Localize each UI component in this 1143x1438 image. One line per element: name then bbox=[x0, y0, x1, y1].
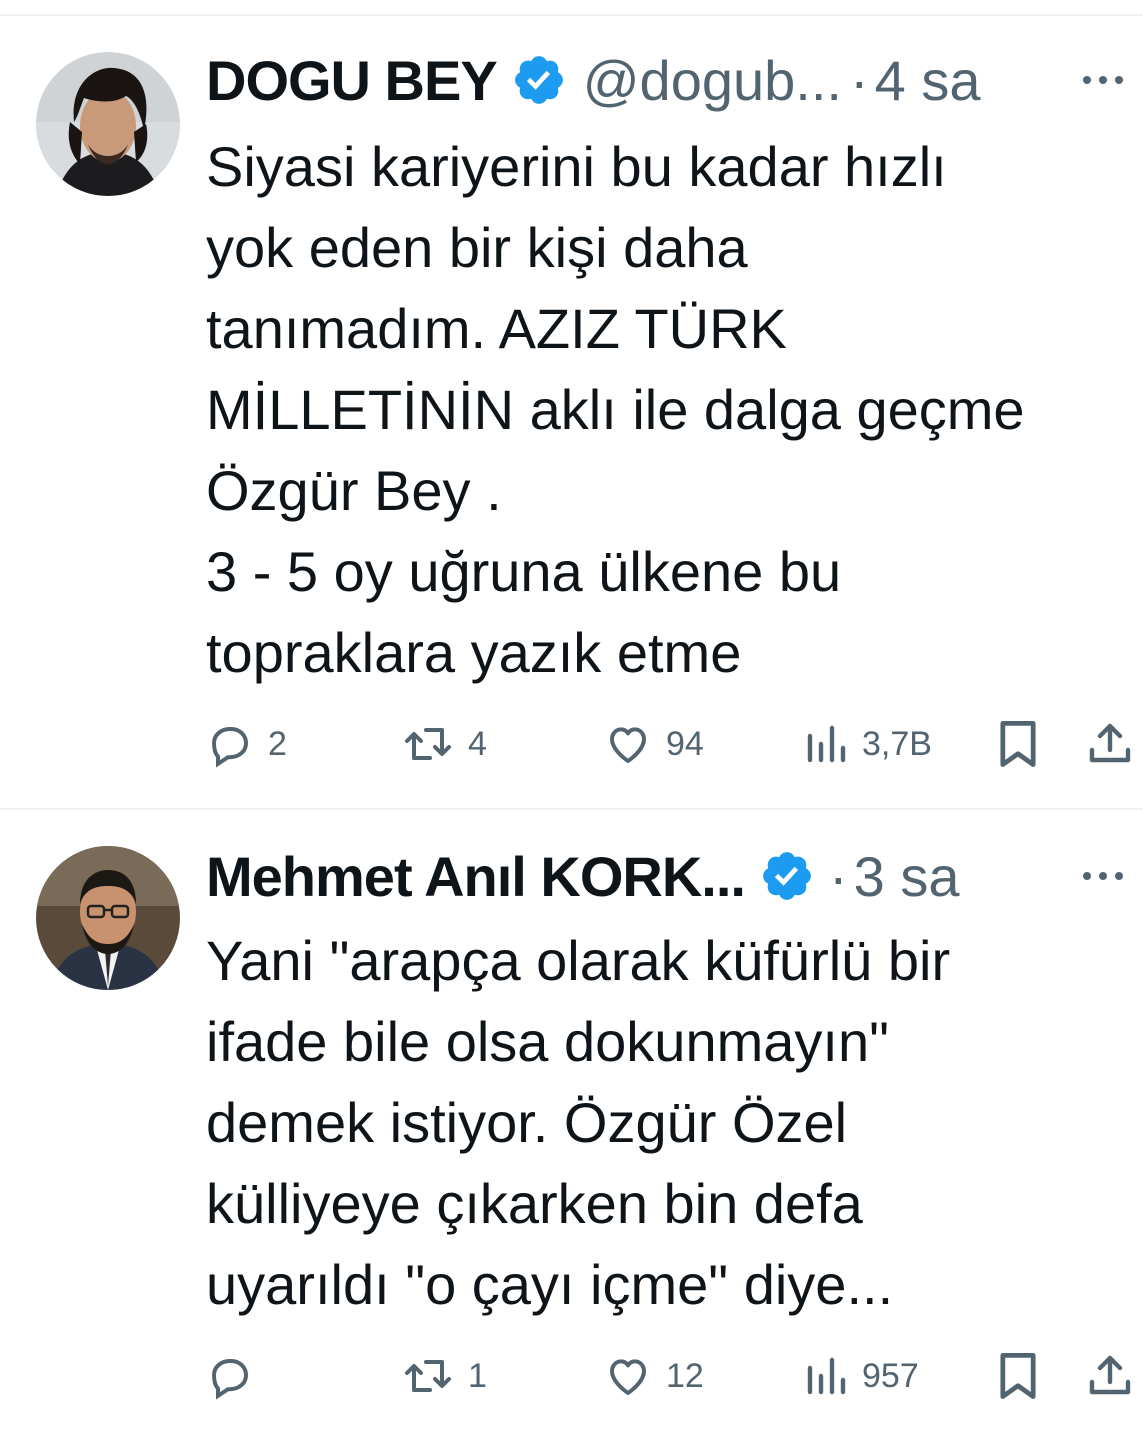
verified-badge-icon bbox=[759, 848, 815, 904]
avatar-mehmet-anil[interactable] bbox=[36, 846, 180, 990]
tweet-line: yok eden bir kişi daha bbox=[206, 216, 748, 279]
author-name[interactable]: DOGU BEY bbox=[206, 48, 497, 113]
retweet-count: 1 bbox=[468, 1356, 487, 1395]
verified-badge-icon bbox=[511, 52, 567, 108]
views-count: 3,7B bbox=[862, 724, 932, 763]
tweet-header: DOGU BEY @dogub... · 4 sa bbox=[206, 48, 1113, 113]
bookmark-button[interactable] bbox=[996, 1346, 1040, 1406]
tweet-line: topraklara yazık etme bbox=[206, 621, 742, 684]
views-count: 957 bbox=[862, 1356, 919, 1395]
tweet-2[interactable]: Mehmet Anıl KORK... · 3 sa Yani "arapça … bbox=[0, 808, 1143, 1438]
bookmark-button[interactable] bbox=[996, 714, 1040, 774]
separator-dot: · bbox=[849, 48, 869, 112]
tweet-line: ifade bile olsa dokunmayın" bbox=[206, 1010, 889, 1073]
more-dots-icon[interactable] bbox=[1073, 846, 1133, 906]
tweet-line: tanımadım. AZIZ TÜRK bbox=[206, 297, 787, 360]
retweet-button[interactable]: 1 bbox=[402, 1346, 487, 1406]
tweet-line: 3 - 5 oy uğruna ülkene bu bbox=[206, 540, 842, 603]
tweet-text: Siyasi kariyerini bu kadar hızlı yok ede… bbox=[206, 126, 1116, 693]
tweet-actions: 1 12 957 bbox=[206, 1346, 1133, 1406]
share-icon bbox=[1086, 720, 1134, 768]
tweet-line: Yani "arapça olarak küfürlü bir bbox=[206, 929, 951, 992]
retweet-button[interactable]: 4 bbox=[402, 714, 487, 774]
share-icon bbox=[1086, 1352, 1134, 1400]
retweet-icon bbox=[402, 1352, 454, 1400]
tweet-1[interactable]: DOGU BEY @dogub... · 4 sa Siyasi kariyer… bbox=[0, 0, 1143, 808]
author-handle[interactable]: @dogub... bbox=[583, 48, 842, 113]
retweet-count: 4 bbox=[468, 724, 487, 763]
tweet-header: Mehmet Anıl KORK... · 3 sa bbox=[206, 844, 1113, 909]
views-button[interactable]: 3,7B bbox=[804, 714, 932, 774]
separator-dot: · bbox=[828, 844, 848, 908]
like-count: 12 bbox=[666, 1356, 704, 1395]
avatar-dogu-bey[interactable] bbox=[36, 52, 180, 196]
reply-bubble-icon bbox=[206, 720, 254, 768]
tweet-actions: 2 4 94 3,7B bbox=[206, 714, 1133, 774]
reply-count: 2 bbox=[268, 724, 287, 763]
tweet-line: uyarıldı "o çayı içme" diye... bbox=[206, 1253, 894, 1316]
heart-icon bbox=[604, 1352, 652, 1400]
share-button[interactable] bbox=[1086, 1346, 1134, 1406]
tweet-line: külliyeye çıkarken bin defa bbox=[206, 1172, 863, 1235]
like-button[interactable]: 94 bbox=[604, 714, 704, 774]
tweet-line: Özgür Bey . bbox=[206, 459, 502, 522]
author-name[interactable]: Mehmet Anıl KORK... bbox=[206, 844, 745, 909]
reply-bubble-icon bbox=[206, 1352, 254, 1400]
reply-button[interactable] bbox=[206, 1346, 268, 1406]
retweet-icon bbox=[402, 720, 454, 768]
views-bars-icon bbox=[804, 720, 848, 768]
tweet-text: Yani "arapça olarak küfürlü bir ifade bi… bbox=[206, 920, 1116, 1325]
like-button[interactable]: 12 bbox=[604, 1346, 704, 1406]
more-dots-icon[interactable] bbox=[1073, 50, 1133, 110]
tweet-line: demek istiyor. Özgür Özel bbox=[206, 1091, 848, 1154]
views-button[interactable]: 957 bbox=[804, 1346, 919, 1406]
bookmark-icon bbox=[996, 718, 1040, 770]
bookmark-icon bbox=[996, 1350, 1040, 1402]
tweet-time[interactable]: 4 sa bbox=[875, 48, 981, 113]
tweet-line: MİLLETİNİN aklı ile dalga geçme bbox=[206, 378, 1025, 441]
tweet-line: Siyasi kariyerini bu kadar hızlı bbox=[206, 135, 947, 198]
share-button[interactable] bbox=[1086, 714, 1134, 774]
views-bars-icon bbox=[804, 1352, 848, 1400]
tweet-time[interactable]: 3 sa bbox=[854, 844, 960, 909]
heart-icon bbox=[604, 720, 652, 768]
like-count: 94 bbox=[666, 724, 704, 763]
reply-button[interactable]: 2 bbox=[206, 714, 287, 774]
